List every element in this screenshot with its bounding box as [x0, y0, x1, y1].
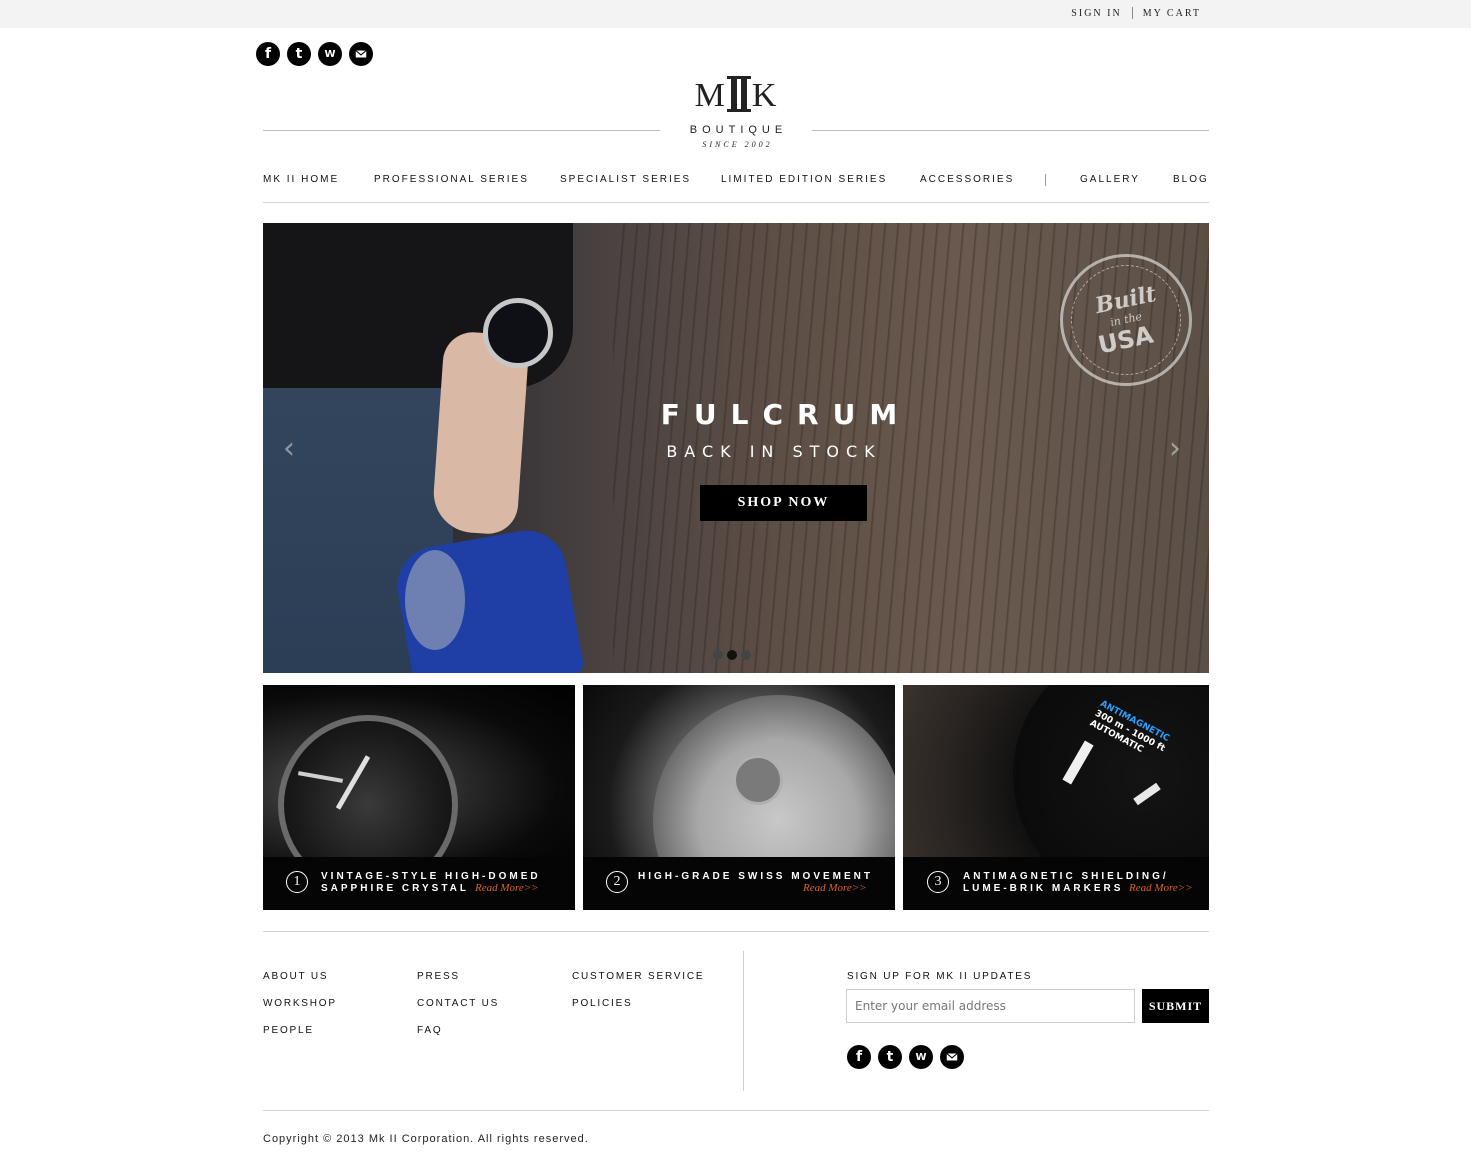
nav-blog[interactable]: BLOG — [1173, 174, 1209, 185]
newsletter-label: SIGN UP FOR MK II UPDATES — [847, 971, 1033, 982]
top-utility-bar: SIGN IN MY CART — [0, 0, 1471, 28]
feature-number-1: 1 — [286, 871, 308, 893]
facebook-icon[interactable]: f — [847, 1045, 871, 1069]
nav-gallery[interactable]: GALLERY — [1080, 174, 1140, 185]
slider-dot-1[interactable] — [713, 650, 723, 660]
footer-link-contact-us[interactable]: CONTACT US — [417, 998, 499, 1009]
footer-link-faq[interactable]: FAQ — [417, 1025, 442, 1036]
nav-rule — [263, 202, 1209, 203]
feature-number-2: 2 — [606, 871, 628, 893]
header-social-icons: f t W — [256, 42, 373, 66]
footer-bottom-rule — [263, 1110, 1209, 1111]
nav-limited-edition-series[interactable]: LIMITED EDITION SERIES — [721, 174, 887, 185]
feature-title-line2: LUME-BRIK MARKERS — [963, 883, 1124, 894]
hero-image-watch — [483, 298, 553, 368]
newsletter-submit-button[interactable]: SUBMIT — [1142, 989, 1209, 1023]
nav-accessories[interactable]: ACCESSORIES — [920, 174, 1014, 185]
shop-now-button[interactable]: SHOP NOW — [700, 485, 867, 521]
twitter-icon[interactable]: t — [878, 1045, 902, 1069]
feature-tile-crystal[interactable]: 1 VINTAGE-STYLE HIGH-DOMED SAPPHIRE CRYS… — [263, 685, 575, 910]
feature-image-dial: ANTIMAGNETIC 300 m - 1000 ft AUTOMATIC — [903, 685, 1209, 905]
hero-title: FULCRUM — [660, 398, 912, 431]
footer-link-about-us[interactable]: ABOUT US — [263, 971, 328, 982]
twitter-icon[interactable]: t — [287, 42, 311, 66]
sign-in-link[interactable]: SIGN IN — [1071, 8, 1121, 19]
feature-title-line2: SAPPHIRE CRYSTAL — [321, 883, 470, 894]
slider-dot-3[interactable] — [741, 650, 751, 660]
footer-link-policies[interactable]: POLICIES — [572, 998, 633, 1009]
read-more-link[interactable]: Read More>> — [475, 882, 539, 894]
footer-social-icons: f t W — [847, 1045, 964, 1069]
feature-image-movement — [583, 685, 895, 910]
account-links: SIGN IN MY CART — [1071, 7, 1201, 19]
footer-vertical-divider — [743, 951, 744, 1091]
main-nav: MK II HOME PROFESSIONAL SERIES SPECIALIS… — [263, 174, 1209, 188]
email-icon[interactable] — [940, 1045, 964, 1069]
built-in-usa-stamp: Built in the USA — [1060, 254, 1192, 386]
newsletter-email-input[interactable] — [846, 989, 1135, 1023]
nav-professional-series[interactable]: PROFESSIONAL SERIES — [374, 174, 529, 185]
footer-top-rule — [263, 931, 1209, 932]
slider-dot-2[interactable] — [727, 650, 737, 660]
logo-mark: MK — [694, 76, 778, 114]
copyright-text: Copyright © 2013 Mk II Corporation. All … — [263, 1133, 589, 1145]
hero-image-mug-rim — [405, 550, 465, 650]
facebook-icon[interactable]: f — [256, 42, 280, 66]
feature-tile-antimagnetic[interactable]: ANTIMAGNETIC 300 m - 1000 ft AUTOMATIC 3… — [903, 685, 1209, 910]
feature-number-3: 3 — [927, 871, 949, 893]
logo-wordmark: BOUTIQUE — [689, 124, 788, 136]
feature-image-crystal — [263, 685, 575, 895]
read-more-link[interactable]: Read More>> — [803, 882, 867, 894]
wordpress-icon[interactable]: W — [318, 42, 342, 66]
footer-link-people[interactable]: PEOPLE — [263, 1025, 314, 1036]
nav-specialist-series[interactable]: SPECIALIST SERIES — [560, 174, 691, 185]
footer-link-press[interactable]: PRESS — [417, 971, 460, 982]
divider — [1131, 7, 1133, 19]
feature-title-line1: VINTAGE-STYLE HIGH-DOMED — [321, 871, 541, 882]
nav-mk-ii-home[interactable]: MK II HOME — [263, 174, 339, 185]
read-more-link[interactable]: Read More>> — [1129, 882, 1193, 894]
brand-logo[interactable]: MK BOUTIQUE SINCE 2002 — [660, 70, 812, 160]
email-icon[interactable] — [349, 42, 373, 66]
wordpress-icon[interactable]: W — [909, 1045, 933, 1069]
feature-title-line1: HIGH-GRADE SWISS MOVEMENT — [638, 871, 874, 882]
nav-divider — [1045, 174, 1046, 186]
my-cart-link[interactable]: MY CART — [1143, 8, 1201, 19]
hero-subtitle: BACK IN STOCK — [666, 442, 882, 461]
feature-title-line1: ANTIMAGNETIC SHIELDING/ — [963, 871, 1169, 882]
slider-dots — [713, 650, 751, 660]
hero-slider[interactable]: Built in the USA ‹ › FULCRUM BACK IN STO… — [263, 223, 1209, 673]
footer-link-customer-service[interactable]: CUSTOMER SERVICE — [572, 971, 704, 982]
feature-tile-movement[interactable]: 2 HIGH-GRADE SWISS MOVEMENT Read More>> — [583, 685, 895, 910]
footer-link-workshop[interactable]: WORKSHOP — [263, 998, 337, 1009]
logo-since: SINCE 2002 — [702, 140, 773, 149]
